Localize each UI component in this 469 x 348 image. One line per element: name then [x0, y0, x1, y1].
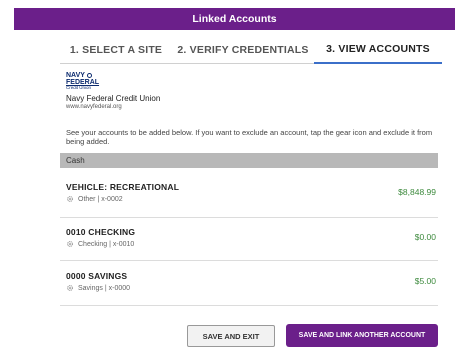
bank-name: Navy Federal Credit Union	[66, 93, 161, 103]
account-name: 0000 SAVINGS	[66, 271, 128, 281]
step-view-accounts[interactable]: 3. VIEW ACCOUNTS	[314, 36, 442, 64]
bank-url: www.navyfederal.org	[66, 103, 122, 110]
row-divider	[60, 260, 438, 261]
account-row[interactable]: VEHICLE: RECREATIONAL Other | x-0002 $8,…	[66, 182, 436, 222]
bank-info: NAVY FEDERAL Credit Union Navy Federal C…	[66, 72, 160, 110]
account-type: Other | x-0002	[78, 195, 123, 203]
instruction-text: See your accounts to be added below. If …	[66, 128, 433, 146]
account-type: Savings | x-0000	[78, 284, 131, 292]
step-tabs: 1. SELECT A SITE 2. VERIFY CREDENTIALS 3…	[60, 36, 442, 64]
row-divider	[60, 305, 438, 306]
account-balance: $5.00	[414, 276, 436, 286]
account-name: VEHICLE: RECREATIONAL	[66, 182, 180, 192]
gear-icon[interactable]	[66, 195, 74, 203]
step-verify-credentials[interactable]: 2. VERIFY CREDENTIALS	[172, 36, 314, 64]
gear-icon[interactable]	[66, 284, 74, 292]
logo-line1: NAVY	[66, 72, 85, 79]
section-header-cash: Cash	[60, 153, 438, 168]
row-divider	[60, 217, 438, 218]
account-balance: $8,848.99	[398, 187, 436, 197]
section-label: Cash	[66, 156, 85, 165]
account-type: Checking | x-0010	[78, 240, 135, 248]
bank-logo: NAVY FEDERAL Credit Union	[66, 72, 160, 91]
save-and-exit-button[interactable]: SAVE AND EXIT	[187, 325, 275, 347]
account-name: 0010 CHECKING	[66, 227, 136, 237]
save-and-link-another-button[interactable]: SAVE AND LINK ANOTHER ACCOUNT	[286, 324, 438, 347]
logo-seal-icon	[86, 73, 92, 78]
logo-line3: Credit Union	[66, 85, 92, 90]
gear-icon[interactable]	[66, 240, 74, 248]
header-bar: Linked Accounts	[14, 8, 455, 30]
account-balance: $0.00	[414, 232, 436, 242]
page-title: Linked Accounts	[192, 13, 277, 25]
account-row[interactable]: 0010 CHECKING Checking | x-0010 $0.00	[66, 227, 436, 267]
step-select-site[interactable]: 1. SELECT A SITE	[60, 36, 172, 64]
